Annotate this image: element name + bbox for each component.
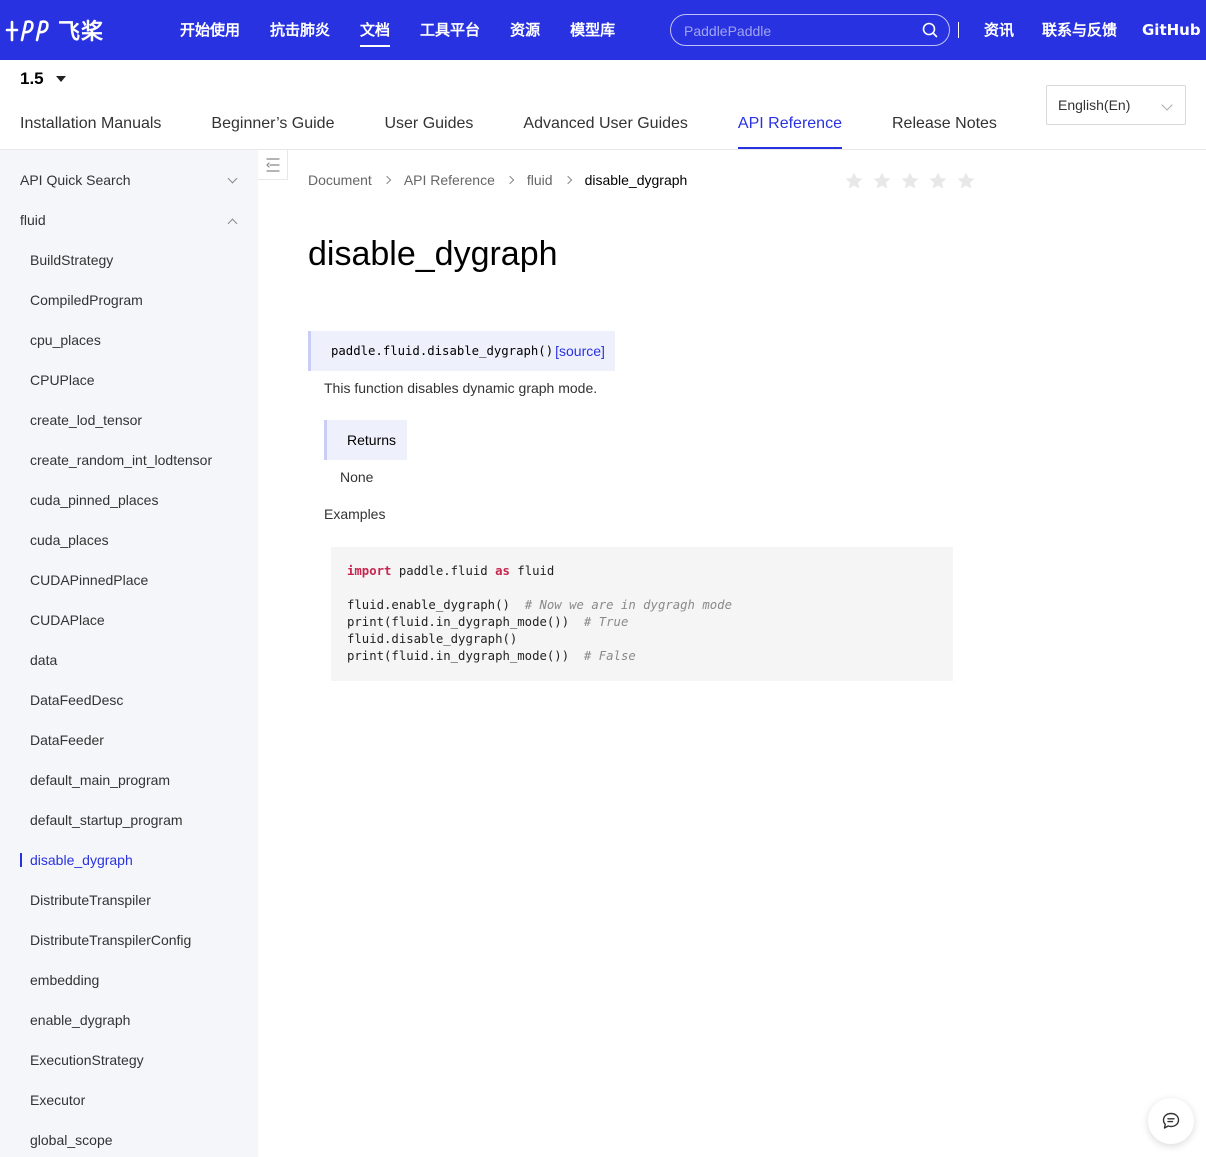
sidebar-item[interactable]: Executor: [30, 1092, 85, 1108]
nav-resources[interactable]: 资源: [510, 0, 540, 60]
sidebar-item[interactable]: cpu_places: [30, 332, 101, 348]
source-link[interactable]: [source]: [555, 331, 605, 371]
sidebar-item[interactable]: global_scope: [30, 1132, 113, 1148]
code-text: print(fluid.in_dygraph_mode()): [347, 615, 584, 629]
code-keyword: import: [347, 564, 392, 578]
search-box: [670, 14, 950, 46]
chevron-right-icon: [563, 175, 572, 185]
star-icon[interactable]: [956, 171, 976, 191]
breadcrumb: Document API Reference fluid disable_dyg…: [308, 172, 687, 188]
version-selector[interactable]: 1.5: [20, 69, 66, 89]
chat-icon: [1162, 1112, 1180, 1129]
code-keyword: as: [495, 564, 510, 578]
tab-beginners-guide[interactable]: Beginner’s Guide: [211, 104, 334, 149]
sidebar-item[interactable]: embedding: [30, 972, 99, 988]
sidebar-item[interactable]: CPUPlace: [30, 372, 95, 388]
sidebar-item[interactable]: enable_dygraph: [30, 1012, 130, 1028]
nav-models[interactable]: 模型库: [570, 0, 615, 60]
sidebar-item[interactable]: CUDAPlace: [30, 612, 105, 628]
logo-text: 飞桨: [58, 20, 105, 45]
paddle-logo-icon: [5, 20, 49, 42]
sidebar-section-fluid[interactable]: fluid: [20, 212, 46, 228]
tab-api-reference[interactable]: API Reference: [737, 104, 843, 149]
api-sidebar: API Quick Search fluid BuildStrategy Com…: [0, 150, 258, 1157]
sidebar-item[interactable]: create_random_int_lodtensor: [30, 452, 212, 468]
search-input[interactable]: [684, 21, 914, 41]
language-value: English(En): [1058, 97, 1131, 113]
sidebar-item-active[interactable]: disable_dygraph: [30, 852, 133, 868]
nav-tools[interactable]: 工具平台: [420, 0, 480, 60]
tab-user-guides[interactable]: User Guides: [384, 104, 473, 149]
chevron-down-icon[interactable]: [227, 173, 238, 184]
returns-label: Returns: [324, 420, 407, 460]
code-comment: # True: [583, 615, 629, 629]
search-icon[interactable]: [922, 22, 938, 38]
active-item-marker: [20, 853, 22, 867]
nav-contact[interactable]: 联系与反馈: [1042, 0, 1117, 60]
code-comment: # False: [583, 649, 636, 663]
feedback-chat-button[interactable]: [1148, 1098, 1194, 1144]
examples-heading: Examples: [324, 506, 386, 522]
returns-value: None: [340, 469, 374, 485]
star-icon[interactable]: [872, 171, 892, 191]
menu-collapse-icon: [266, 158, 280, 172]
signature-code: paddle.fluid.disable_dygraph(): [331, 344, 554, 358]
sidebar-item[interactable]: ExecutionStrategy: [30, 1052, 144, 1068]
code-text: fluid.disable_dygraph(): [347, 632, 518, 646]
tab-advanced-user-guides[interactable]: Advanced User Guides: [523, 104, 688, 149]
star-icon[interactable]: [928, 171, 948, 191]
sidebar-section-api-quick-search[interactable]: API Quick Search: [20, 172, 131, 188]
paddle-logo[interactable]: 飞桨: [4, 12, 104, 48]
chevron-down-icon: [1161, 99, 1173, 111]
sidebar-item[interactable]: cuda_places: [30, 532, 109, 548]
nav-news[interactable]: 资讯: [984, 0, 1014, 60]
sidebar-item[interactable]: CUDAPinnedPlace: [30, 572, 148, 588]
sidebar-item[interactable]: cuda_pinned_places: [30, 492, 158, 508]
function-signature: paddle.fluid.disable_dygraph() [source]: [308, 331, 615, 371]
nav-github[interactable]: GitHub: [1142, 0, 1201, 60]
breadcrumb-document[interactable]: Document: [308, 172, 372, 188]
code-text: paddle.fluid: [391, 564, 496, 578]
version-label: 1.5: [20, 69, 44, 88]
chevron-right-icon: [382, 175, 392, 185]
nav-divider: [958, 22, 959, 38]
nav-covid[interactable]: 抗击肺炎: [270, 0, 330, 60]
sidebar-item[interactable]: BuildStrategy: [30, 252, 113, 268]
code-example: import paddle.fluid as fluid fluid.enabl…: [331, 547, 953, 681]
chevron-right-icon: [505, 175, 515, 185]
language-select[interactable]: English(En): [1046, 85, 1186, 125]
tab-installation[interactable]: Installation Manuals: [20, 104, 161, 149]
star-icon[interactable]: [900, 171, 920, 191]
nav-docs[interactable]: 文档: [360, 0, 391, 60]
code-text: print(fluid.in_dygraph_mode()): [347, 649, 584, 663]
page-rating: [844, 171, 976, 191]
page-title: disable_dygraph: [308, 235, 558, 273]
sidebar-item[interactable]: create_lod_tensor: [30, 412, 142, 428]
function-description: This function disables dynamic graph mod…: [324, 380, 598, 396]
caret-down-icon: [55, 76, 66, 82]
code-text: fluid: [509, 564, 555, 578]
sidebar-item[interactable]: data: [30, 652, 57, 668]
code-comment: # Now we are in dygragh mode: [524, 598, 732, 612]
breadcrumb-current: disable_dygraph: [584, 172, 688, 188]
sidebar-item[interactable]: default_main_program: [30, 772, 170, 788]
sidebar-item[interactable]: CompiledProgram: [30, 292, 143, 308]
sidebar-item[interactable]: DistributeTranspiler: [30, 892, 151, 908]
breadcrumb-api-reference[interactable]: API Reference: [404, 172, 495, 188]
sidebar-item[interactable]: DistributeTranspilerConfig: [30, 932, 191, 948]
top-navbar: 飞桨 开始使用 抗击肺炎 文档 工具平台 资源 模型库 资讯 联系与反馈 Git…: [0, 0, 1206, 60]
sidebar-item[interactable]: default_startup_program: [30, 812, 183, 828]
chevron-up-icon[interactable]: [227, 218, 238, 229]
code-text: fluid.enable_dygraph(): [347, 598, 525, 612]
sidebar-item[interactable]: DataFeeder: [30, 732, 104, 748]
star-icon[interactable]: [844, 171, 864, 191]
sidebar-item[interactable]: DataFeedDesc: [30, 692, 123, 708]
tab-release-notes[interactable]: Release Notes: [892, 104, 997, 149]
nav-get-started[interactable]: 开始使用: [180, 0, 240, 60]
breadcrumb-fluid[interactable]: fluid: [527, 172, 553, 188]
main-nav: 开始使用 抗击肺炎 文档 工具平台 资源 模型库: [180, 0, 645, 60]
collapse-sidebar-button[interactable]: [258, 150, 288, 180]
doc-tabs: Installation Manuals Beginner’s Guide Us…: [20, 104, 1047, 150]
